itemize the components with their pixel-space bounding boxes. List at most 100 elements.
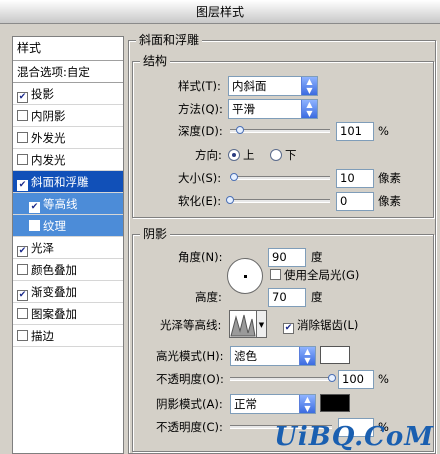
global-light-label: 使用全局光(G)	[284, 268, 360, 282]
depth-unit: %	[378, 124, 389, 138]
chevron-down-icon: ▲ ▼	[299, 347, 315, 365]
style-item[interactable]: 颜色叠加	[13, 259, 123, 281]
style-label: 样式(T):	[178, 79, 221, 93]
checkbox-checked-icon[interactable]	[17, 180, 28, 191]
checkbox-unchecked-icon[interactable]	[17, 132, 28, 143]
soften-unit: 像素	[378, 194, 401, 208]
watermark-logo: UiBQ.CoM	[274, 422, 434, 452]
style-item[interactable]: 投影	[13, 83, 123, 105]
blend-options-item[interactable]: 混合选项:自定	[13, 61, 123, 83]
chevron-down-icon: ▲ ▼	[301, 77, 317, 95]
angle-label: 角度(N):	[178, 250, 223, 264]
highlight-opacity-unit: %	[378, 372, 389, 386]
style-item[interactable]: 渐变叠加	[13, 281, 123, 303]
style-item-label: 斜面和浮雕	[31, 175, 89, 189]
size-label: 大小(S):	[178, 171, 222, 185]
direction-down-radio[interactable]: 下	[270, 145, 297, 165]
highlight-mode-label: 高光模式(H):	[156, 349, 224, 363]
checkbox-unchecked-icon	[270, 269, 281, 280]
direction-label: 方向:	[195, 148, 222, 162]
highlight-opacity-slider[interactable]	[230, 374, 336, 382]
radio-checked-icon	[228, 149, 240, 161]
style-item[interactable]: 等高线	[13, 193, 123, 215]
style-item-label: 渐变叠加	[31, 285, 77, 299]
checkbox-checked-icon[interactable]	[29, 202, 40, 213]
checkbox-unchecked-icon[interactable]	[17, 264, 28, 275]
highlight-opacity-thumb[interactable]	[328, 374, 336, 382]
highlight-opacity-input[interactable]: 100	[338, 370, 374, 389]
shadow-opacity-label: 不透明度(C):	[156, 420, 223, 434]
style-select-value: 内斜面	[232, 79, 267, 93]
direction-down-label: 下	[285, 148, 297, 162]
direction-up-radio[interactable]: 上	[228, 145, 255, 165]
technique-label: 方法(Q):	[178, 102, 223, 116]
style-item-label: 内发光	[31, 153, 66, 167]
shadow-mode-label: 阴影模式(A):	[156, 397, 223, 411]
style-item-label: 纹理	[43, 219, 66, 233]
size-input[interactable]: 10	[336, 169, 374, 188]
checkbox-unchecked-icon[interactable]	[17, 110, 28, 121]
style-item[interactable]: 外发光	[13, 127, 123, 149]
chevron-down-icon: ▲ ▼	[301, 100, 317, 118]
soften-slider[interactable]	[226, 196, 330, 204]
technique-select[interactable]: 平滑 ▲ ▼	[228, 99, 318, 119]
style-item-label: 颜色叠加	[31, 263, 77, 277]
style-item[interactable]: 图案叠加	[13, 303, 123, 325]
bevel-emboss-legend: 斜面和浮雕	[136, 33, 203, 47]
style-item-label: 内阴影	[31, 109, 66, 123]
soften-slider-thumb[interactable]	[226, 196, 234, 204]
styles-list-header[interactable]: 样式	[13, 37, 123, 61]
style-select[interactable]: 内斜面 ▲ ▼	[228, 76, 318, 96]
style-item-label: 图案叠加	[31, 307, 77, 321]
style-item[interactable]: 内发光	[13, 149, 123, 171]
style-item-label: 等高线	[43, 197, 78, 211]
checkbox-unchecked-icon[interactable]	[17, 154, 28, 165]
depth-slider[interactable]	[230, 126, 330, 134]
anti-alias-checkbox[interactable]: 消除锯齿(L)	[283, 315, 358, 335]
style-item[interactable]: 斜面和浮雕	[13, 171, 123, 193]
style-item[interactable]: 光泽	[13, 237, 123, 259]
gloss-contour-label: 光泽等高线:	[160, 318, 222, 332]
highlight-mode-value: 滤色	[234, 349, 257, 363]
contour-curve-icon	[230, 314, 256, 337]
altitude-input[interactable]: 70	[268, 288, 306, 307]
highlight-color-swatch[interactable]	[320, 346, 350, 364]
checkbox-checked-icon[interactable]	[17, 290, 28, 301]
size-slider-thumb[interactable]	[230, 173, 238, 181]
style-item-label: 描边	[31, 329, 54, 343]
chevron-down-icon: ▲ ▼	[299, 395, 315, 413]
style-item-label: 投影	[31, 87, 54, 101]
checkbox-unchecked-icon[interactable]	[17, 330, 28, 341]
angle-dial[interactable]	[227, 258, 263, 294]
highlight-mode-select[interactable]: 滤色 ▲ ▼	[230, 346, 316, 366]
checkbox-checked-icon	[283, 323, 294, 334]
depth-input[interactable]: 101	[336, 122, 374, 141]
checkbox-unchecked-icon[interactable]	[29, 220, 40, 231]
style-item-label: 外发光	[31, 131, 66, 145]
depth-slider-thumb[interactable]	[236, 126, 244, 134]
radio-unchecked-icon	[270, 149, 282, 161]
anti-alias-label: 消除锯齿(L)	[297, 318, 359, 332]
shadow-mode-select[interactable]: 正常 ▲ ▼	[230, 394, 316, 414]
checkbox-checked-icon[interactable]	[17, 246, 28, 257]
soften-label: 软化(E):	[178, 194, 222, 208]
styles-list: 样式 混合选项:自定 投影内阴影外发光内发光斜面和浮雕等高线纹理光泽颜色叠加渐变…	[12, 36, 124, 454]
style-item[interactable]: 描边	[13, 325, 123, 347]
gloss-contour-preview[interactable]	[229, 310, 257, 338]
size-slider[interactable]	[230, 173, 330, 181]
shadow-mode-value: 正常	[234, 397, 257, 411]
checkbox-checked-icon[interactable]	[17, 92, 28, 103]
depth-label: 深度(D):	[178, 124, 223, 138]
gloss-contour-dropdown[interactable]: ▼	[257, 310, 267, 338]
soften-input[interactable]: 0	[336, 192, 374, 211]
checkbox-unchecked-icon[interactable]	[17, 308, 28, 319]
style-item-label: 光泽	[31, 241, 54, 255]
shadow-color-swatch[interactable]	[320, 394, 350, 412]
style-item[interactable]: 内阴影	[13, 105, 123, 127]
style-item[interactable]: 纹理	[13, 215, 123, 237]
global-light-checkbox[interactable]: 使用全局光(G)	[270, 265, 359, 285]
size-unit: 像素	[378, 171, 401, 185]
technique-select-value: 平滑	[232, 102, 255, 116]
angle-unit: 度	[311, 250, 323, 264]
structure-legend: 结构	[140, 54, 171, 68]
